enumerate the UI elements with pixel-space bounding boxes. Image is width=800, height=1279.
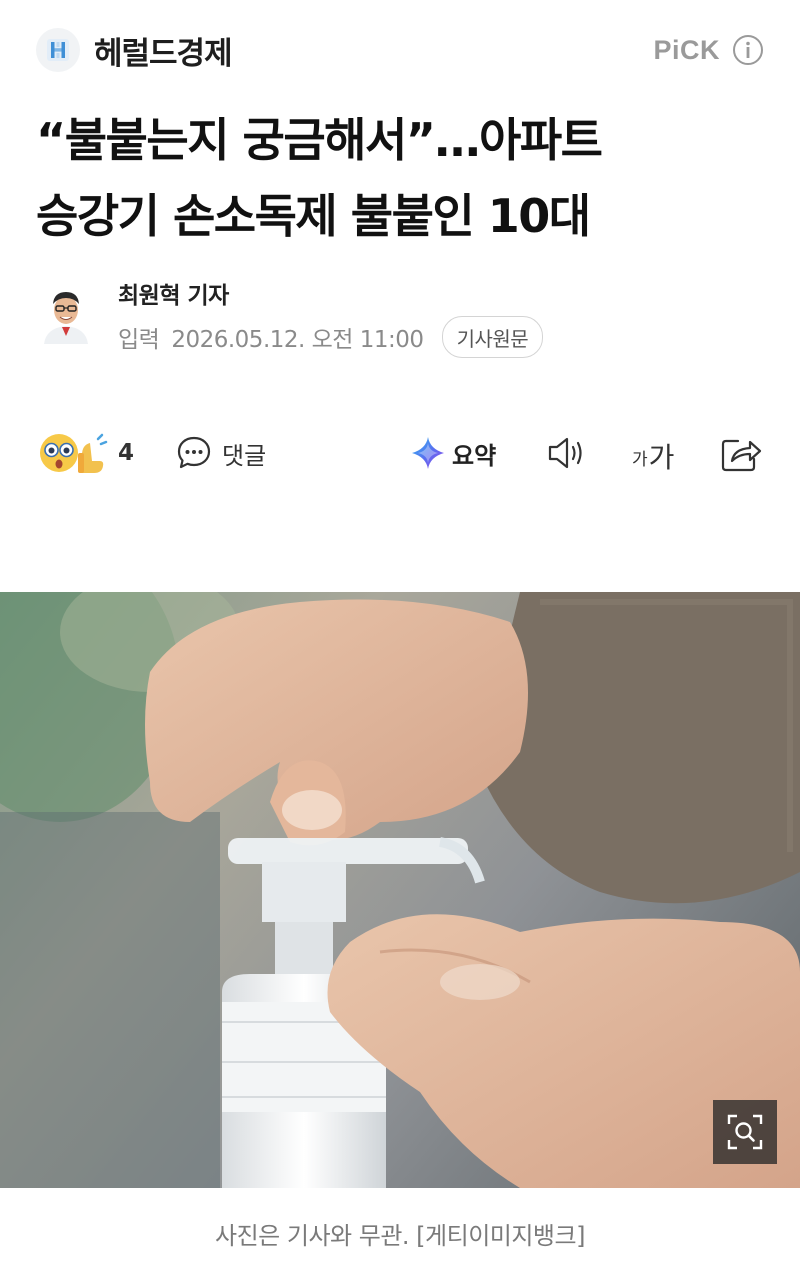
share-icon[interactable] xyxy=(718,431,764,475)
date-label: 입력 xyxy=(118,327,160,353)
article-action-bar: 4 댓글 요약 가 가 xyxy=(38,425,764,481)
font-size-large-label: 가 xyxy=(648,441,675,474)
font-size-small-label: 가 xyxy=(632,450,648,470)
sparkle-icon xyxy=(412,437,444,469)
reporter-name[interactable]: 최원혁 기자 xyxy=(118,276,229,310)
press-name[interactable]: 헤럴드경제 xyxy=(94,28,233,73)
zoom-button[interactable] xyxy=(713,1100,777,1164)
zoom-icon xyxy=(727,1114,763,1150)
headline-line-1: “불붙는지 궁금해서”…아파트 xyxy=(36,113,603,167)
comment-label: 댓글 xyxy=(222,441,267,470)
press-header: 헤럴드경제 PiCK xyxy=(36,26,764,74)
comment-button[interactable]: 댓글 xyxy=(176,431,266,475)
article-headline: “불붙는지 궁금해서”…아파트 승강기 손소독제 불붙인 10대 xyxy=(36,102,766,254)
original-article-button[interactable]: 기사원문 xyxy=(441,316,544,358)
publish-date: 2026.05.12. 오전 11:00 xyxy=(171,327,424,353)
summary-label: 요약 xyxy=(452,441,497,470)
speaker-icon[interactable] xyxy=(544,431,590,475)
article-photo[interactable] xyxy=(0,592,800,1188)
headline-line-2: 승강기 손소독제 불붙인 10대 xyxy=(36,189,591,243)
font-size-button[interactable]: 가 가 xyxy=(632,431,674,475)
summary-button[interactable]: 요약 xyxy=(410,431,496,475)
reaction-button[interactable]: 4 xyxy=(38,431,134,475)
press-logo-icon[interactable] xyxy=(36,28,80,72)
reporter-avatar[interactable] xyxy=(38,280,94,344)
reaction-count: 4 xyxy=(118,440,135,466)
pick-badge[interactable]: PiCK xyxy=(653,34,764,66)
pick-label: PiCK xyxy=(653,34,720,65)
speech-bubble-icon xyxy=(177,436,211,469)
photo-caption: 사진은 기사와 무관. [게티이미지뱅크] xyxy=(215,1222,585,1250)
surprised-emoji-icon xyxy=(40,433,108,473)
info-icon[interactable] xyxy=(732,34,764,66)
hand-sanitizer-photo xyxy=(0,592,800,1188)
publish-info: 입력 2026.05.12. 오전 11:00 기사원문 xyxy=(118,316,544,358)
